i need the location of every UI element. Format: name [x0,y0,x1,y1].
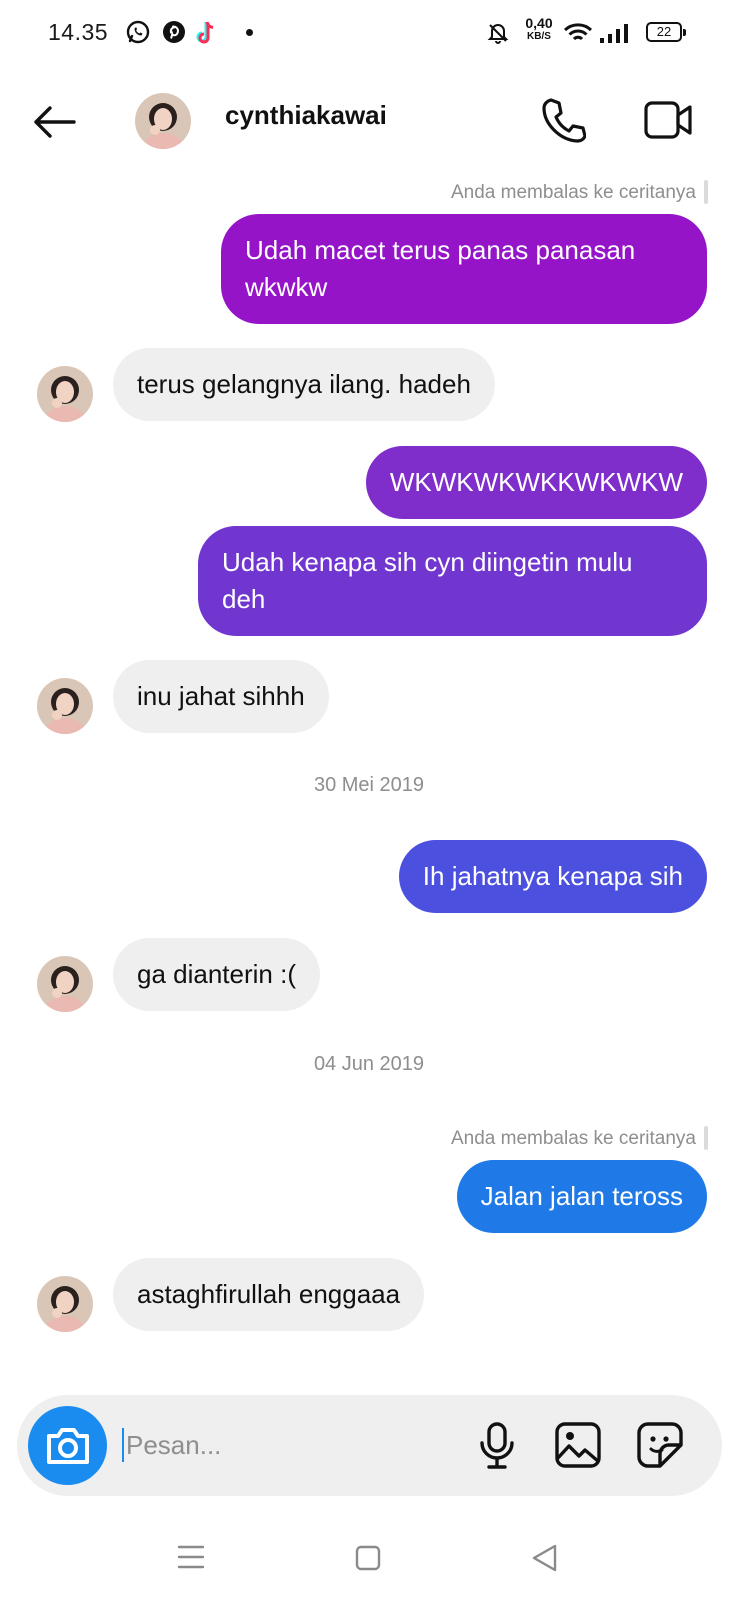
message-text: inu jahat sihhh [137,681,305,711]
incoming-message[interactable]: terus gelangnya ilang. hadeh [113,348,495,421]
avatar[interactable] [37,366,93,422]
status-time: 14.35 [48,19,109,45]
date-separator: 04 Jun 2019 [313,1053,425,1075]
menu-icon[interactable] [177,1544,205,1575]
avatar[interactable] [37,1276,93,1332]
incoming-message[interactable]: ga dianterin :( [113,938,320,1011]
status-bar: 14.35 0,40 KB/S 22 [0,0,738,66]
pinterest-icon [162,20,186,49]
message-text: Ih jahatnya kenapa sih [422,861,683,891]
message-text: terus gelangnya ilang. hadeh [137,369,471,399]
message-text: Udah kenapa sih cyn diingetin mulu deh [222,547,633,614]
video-call-icon[interactable] [644,99,694,146]
outgoing-message[interactable]: Udah macet terus panas panasan wkwkw [221,214,707,324]
system-nav-bar [0,1520,738,1600]
message-input[interactable] [122,1419,446,1471]
whatsapp-icon [126,20,150,49]
incoming-message[interactable]: astaghfirullah enggaaa [113,1258,425,1331]
story-reply-bar [704,1126,708,1150]
chat-username[interactable]: cynthiakawai [225,100,387,131]
story-reply-note: Anda membalas ke ceritanya [450,1128,696,1149]
message-text: WKWKWKWKKWKWKW [389,467,683,497]
mute-bell-icon [487,22,509,49]
story-reply-note: Anda membalas ke ceritanya [450,182,696,203]
outgoing-message[interactable]: Udah kenapa sih cyn diingetin mulu deh [198,526,707,636]
message-text: ga dianterin :( [137,959,296,989]
story-reply-bar [704,180,708,204]
avatar[interactable] [135,93,191,149]
gallery-icon[interactable] [554,1421,602,1474]
battery-icon: 22 [646,22,686,42]
message-composer [17,1395,722,1496]
wifi-icon [563,22,593,49]
outgoing-message[interactable]: Ih jahatnya kenapa sih [398,840,707,913]
avatar[interactable] [37,956,93,1012]
message-text: Jalan jalan teross [480,1181,683,1211]
chat-header: cynthiakawai [0,66,738,176]
message-text: Udah macet terus panas panasan wkwkw [245,235,636,302]
more-notifications-dot [246,29,253,36]
outgoing-message[interactable]: WKWKWKWKKWKWKW [365,446,707,519]
signal-icon [599,22,629,49]
back-triangle-icon[interactable] [530,1543,558,1578]
sticker-icon[interactable] [636,1421,684,1474]
camera-button[interactable] [28,1406,107,1485]
outgoing-message[interactable]: Jalan jalan teross [456,1160,707,1233]
phone-icon[interactable] [542,96,587,149]
incoming-message[interactable]: inu jahat sihhh [113,660,329,733]
avatar[interactable] [37,678,93,734]
tiktok-icon [196,20,218,51]
date-separator: 30 Mei 2019 [313,774,425,796]
home-icon[interactable] [355,1545,381,1576]
message-text: astaghfirullah enggaaa [137,1279,401,1309]
back-arrow-icon[interactable] [30,102,78,147]
microphone-icon[interactable] [477,1421,517,1476]
network-speed: 0,40 KB/S [525,15,553,42]
camera-icon [47,1428,89,1464]
